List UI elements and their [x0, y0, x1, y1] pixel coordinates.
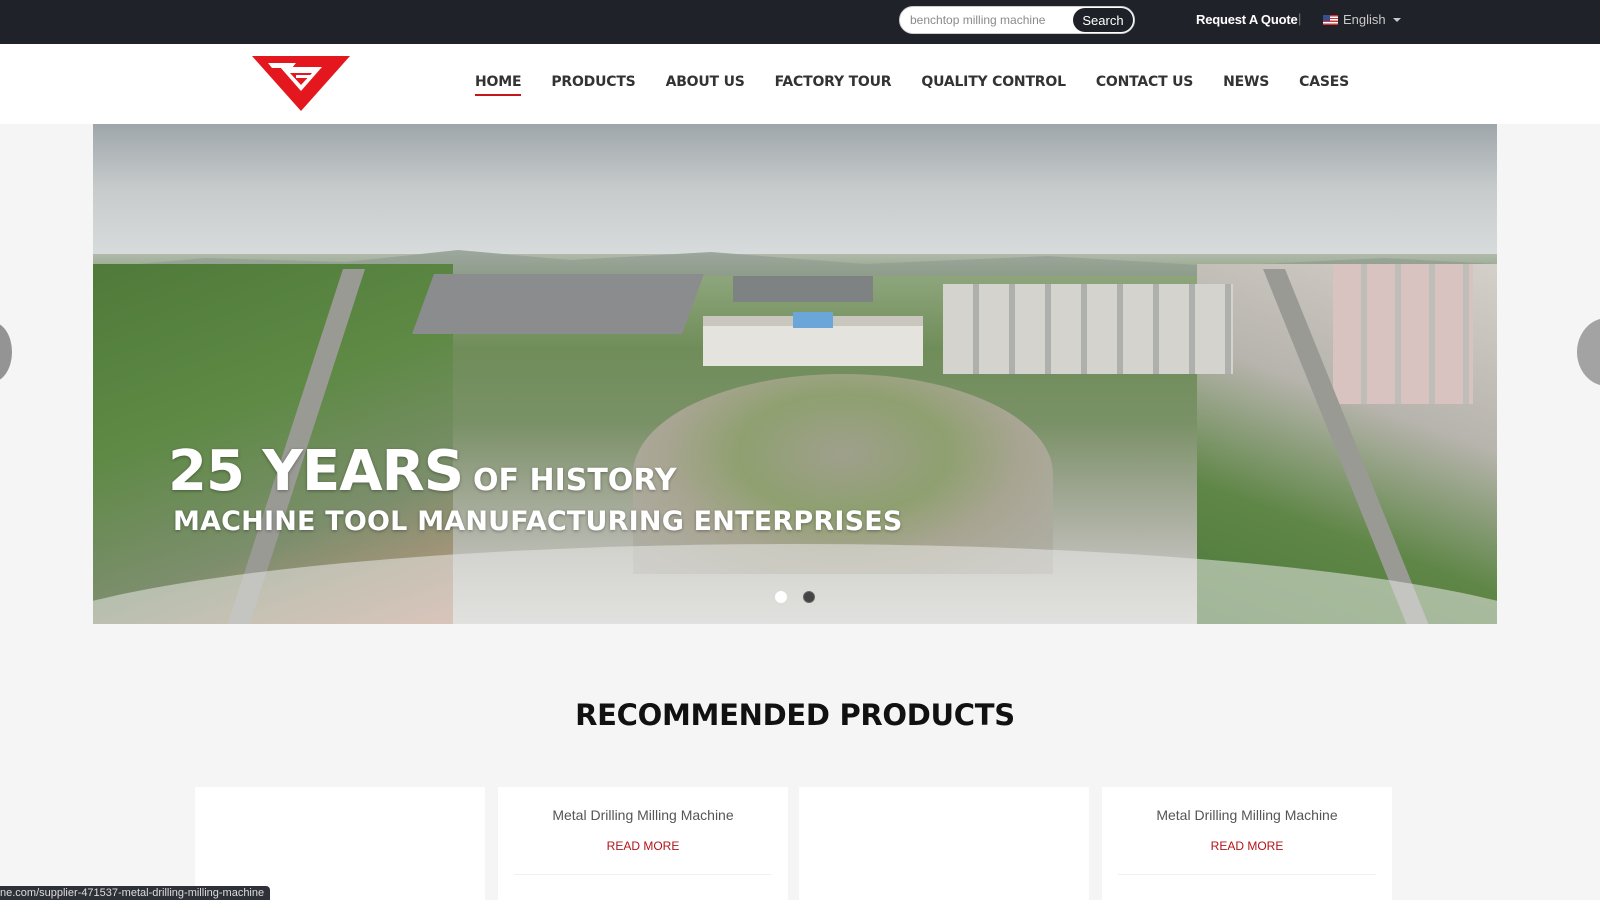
hero-subtitle: MACHINE TOOL MANUFACTURING ENTERPRISES — [173, 506, 903, 537]
divider: | — [1298, 11, 1302, 26]
product-card[interactable] — [195, 787, 485, 900]
section-title: RECOMMENDED PRODUCTS — [575, 698, 1015, 732]
read-more-link[interactable]: READ MORE — [1102, 839, 1392, 853]
nav-products[interactable]: PRODUCTS — [551, 74, 635, 96]
us-flag-icon — [1323, 14, 1338, 25]
search-input[interactable] — [910, 11, 1070, 29]
search-button[interactable]: Search — [1073, 8, 1133, 32]
nav-about-us[interactable]: ABOUT US — [666, 74, 745, 96]
hero-title: 25 YEARS OF HISTORY — [168, 439, 677, 504]
request-quote-link[interactable]: Request A Quote — [1196, 12, 1298, 27]
read-more-link[interactable]: READ MORE — [498, 839, 788, 853]
product-card-title[interactable]: Metal Drilling Milling Machine — [1102, 807, 1392, 823]
top-bar: Search Request A Quote | English — [0, 0, 1600, 44]
nav-news[interactable]: NEWS — [1223, 74, 1269, 96]
slider-prev-arrow[interactable] — [0, 322, 12, 382]
language-label: English — [1343, 12, 1386, 27]
card-divider — [1118, 874, 1376, 875]
nav-factory-tour[interactable]: FACTORY TOUR — [775, 74, 892, 96]
hero-banner[interactable]: 25 YEARS OF HISTORY MACHINE TOOL MANUFACT… — [93, 124, 1497, 624]
product-card[interactable]: Metal Drilling Milling Machine READ MORE — [1102, 787, 1392, 900]
main-header: HOME PRODUCTS ABOUT US FACTORY TOUR QUAL… — [0, 44, 1600, 124]
company-logo-icon[interactable] — [250, 53, 352, 113]
hero-title-big: 25 YEARS — [168, 439, 464, 504]
nav-cases[interactable]: CASES — [1299, 74, 1349, 96]
slider-dots — [775, 591, 815, 603]
product-card[interactable] — [799, 787, 1089, 900]
slider-dot-2[interactable] — [803, 591, 815, 603]
slider-dot-1[interactable] — [775, 591, 787, 603]
main-nav: HOME PRODUCTS ABOUT US FACTORY TOUR QUAL… — [475, 74, 1379, 96]
hero-title-small: OF HISTORY — [473, 463, 677, 498]
factory-roof — [412, 274, 704, 334]
building-roof — [793, 312, 833, 328]
card-divider — [514, 874, 772, 875]
product-card[interactable]: Metal Drilling Milling Machine READ MORE — [498, 787, 788, 900]
search-box: Search — [899, 6, 1135, 34]
browser-status-url: ne.com/supplier-471537-metal-drilling-mi… — [0, 886, 271, 900]
nav-home[interactable]: HOME — [475, 74, 522, 96]
nav-quality-control[interactable]: QUALITY CONTROL — [921, 74, 1066, 96]
hero-sky — [93, 124, 1497, 254]
factory-roof — [733, 276, 873, 302]
nav-contact-us[interactable]: CONTACT US — [1096, 74, 1194, 96]
product-card-title[interactable]: Metal Drilling Milling Machine — [498, 807, 788, 823]
apartment-towers — [1333, 264, 1473, 404]
language-selector[interactable]: English — [1323, 12, 1401, 27]
slider-next-arrow[interactable] — [1577, 318, 1600, 386]
apartment-blocks — [943, 284, 1233, 374]
chevron-down-icon — [1392, 17, 1401, 22]
